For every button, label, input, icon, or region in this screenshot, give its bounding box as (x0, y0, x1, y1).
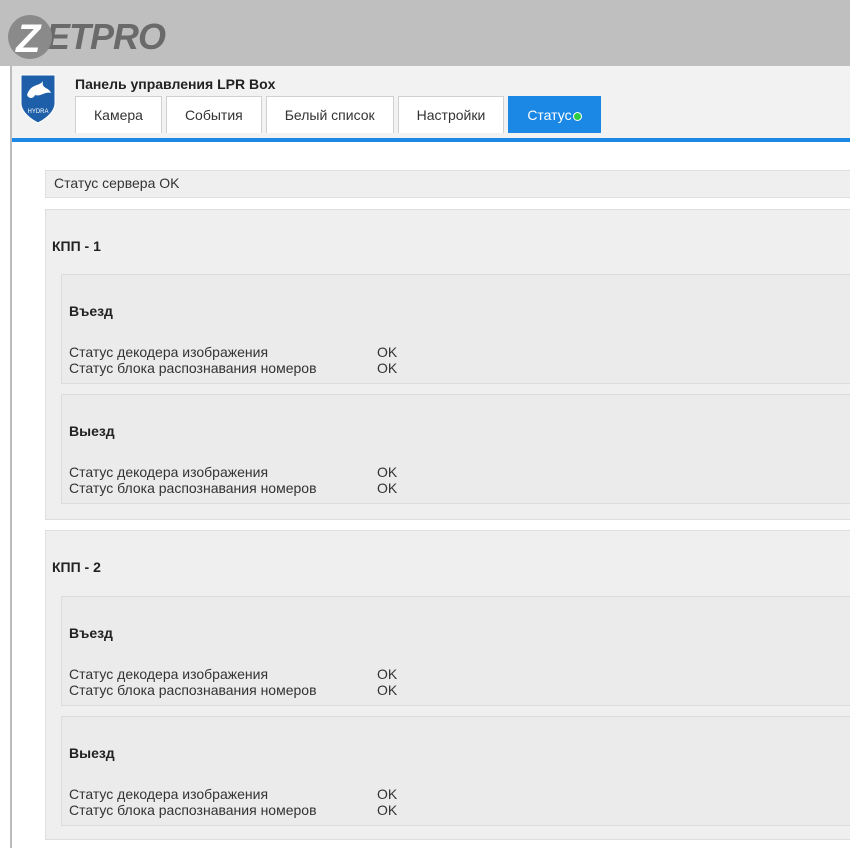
server-status: Статус сервера OK (45, 170, 850, 198)
tab-label: Белый список (284, 107, 375, 123)
entry-panel: Въезд Статус декодера изображения OK Стат… (61, 596, 850, 706)
checkpoint-panel: КПП - 1 Въезд Статус декодера изображени… (45, 209, 850, 520)
status-label: Статус декодера изображения (69, 666, 269, 682)
status-label: Статус блока распознавания номеров (69, 802, 317, 818)
status-ok-dot-icon (572, 111, 582, 121)
status-value: OK (377, 802, 398, 818)
checkpoint-panel: КПП - 2 Въезд Статус декодера изображени… (45, 530, 850, 840)
status-label: Статус блока распознавания номеров (69, 480, 317, 496)
status-label: Статус блока распознавания номеров (69, 682, 317, 698)
entry-panel: Въезд Статус декодера изображения OK Стат… (61, 274, 850, 384)
tab-label: Камера (94, 107, 143, 123)
exit-title: Выезд (69, 745, 115, 761)
svg-text:HYDRA: HYDRA (27, 109, 48, 115)
status-row: Статус декодера изображения OK (69, 464, 397, 480)
tab-bar: Камера События Белый список Настройки Ст… (75, 96, 605, 134)
status-value: OK (377, 464, 398, 480)
entry-title: Въезд (69, 303, 113, 319)
tab-label: События (184, 107, 243, 123)
tab-whitelist[interactable]: Белый список (265, 96, 394, 133)
logo-text: ETPRO (46, 16, 166, 57)
checkpoint-title: КПП - 2 (52, 559, 101, 575)
status-row: Статус декодера изображения OK (69, 786, 397, 802)
tab-events[interactable]: События (165, 96, 262, 133)
left-border (10, 66, 12, 848)
header-panel: HYDRA Панель управления LPR Box Камера С… (12, 66, 850, 142)
status-row: Статус блока распознавания номеров OK (69, 480, 397, 496)
status-row: Статус блока распознавания номеров OK (69, 360, 397, 376)
status-label: Статус декодера изображения (69, 464, 269, 480)
checkpoint-title: КПП - 1 (52, 238, 101, 254)
zetpro-logo: Z ETPRO (8, 14, 166, 60)
status-value: OK (377, 666, 398, 682)
status-row: Статус декодера изображения OK (69, 344, 397, 360)
status-row: Статус блока распознавания номеров OK (69, 802, 397, 818)
status-label: Статус декодера изображения (69, 786, 269, 802)
status-value: OK (377, 786, 398, 802)
exit-panel: Выезд Статус декодера изображения OK Стат… (61, 716, 850, 826)
status-value: OK (377, 480, 398, 496)
status-label: Статус декодера изображения (69, 344, 269, 360)
status-row: Статус блока распознавания номеров OK (69, 682, 397, 698)
status-row: Статус декодера изображения OK (69, 666, 397, 682)
hydra-shield-icon: HYDRA (20, 74, 56, 124)
tab-camera[interactable]: Камера (75, 96, 162, 133)
exit-title: Выезд (69, 423, 115, 439)
tab-label: Настройки (416, 107, 486, 123)
tab-status[interactable]: Статус (508, 96, 601, 133)
exit-panel: Выезд Статус декодера изображения OK Стат… (61, 394, 850, 504)
status-value: OK (377, 360, 398, 376)
status-value: OK (377, 344, 398, 360)
logo-badge: Z (8, 15, 52, 59)
top-bar: Z ETPRO (0, 0, 850, 66)
tab-label: Статус (527, 107, 572, 123)
tab-settings[interactable]: Настройки (397, 96, 505, 133)
entry-title: Въезд (69, 625, 113, 641)
tab-underline (12, 138, 850, 142)
panel-title: Панель управления LPR Box (75, 76, 276, 92)
status-value: OK (377, 682, 398, 698)
status-label: Статус блока распознавания номеров (69, 360, 317, 376)
